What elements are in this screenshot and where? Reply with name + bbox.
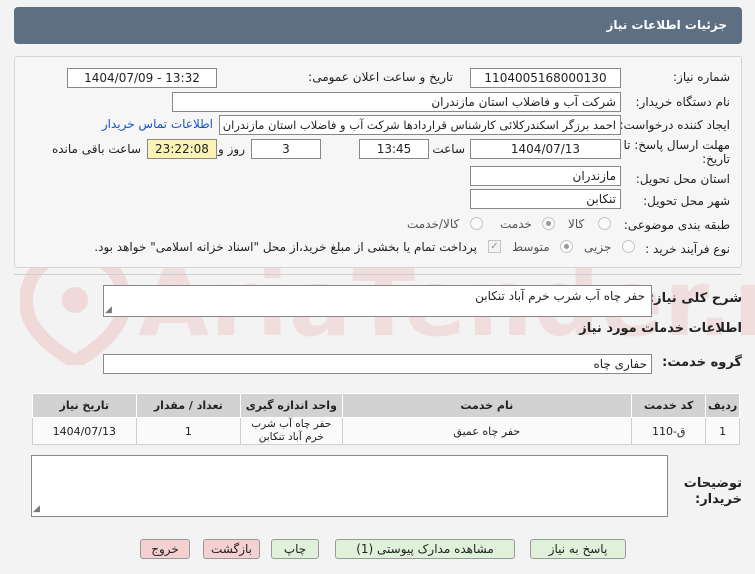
description-textarea: حفر چاه آب شرب خرم آباد تنکابن: [103, 285, 652, 317]
process-minor-label: جزیی: [584, 240, 612, 254]
col-header-unit: واحد اندازه گیری: [240, 393, 343, 418]
treasury-payment-note: پرداخت تمام یا بخشی از مبلغ خرید،از محل …: [94, 240, 477, 254]
cell-date: 1404/07/13: [32, 417, 137, 445]
requester-field: احمد برزگر اسکندرکلائی کارشناس قراردادها…: [219, 115, 621, 135]
city-label: شهر محل تحویل:: [643, 194, 730, 208]
deadline-time-label: ساعت: [432, 142, 465, 156]
table-header-row: ردیف کد خدمت نام خدمت واحد اندازه گیری ت…: [32, 393, 740, 418]
services-table-wrap: ردیف کد خدمت نام خدمت واحد اندازه گیری ت…: [32, 393, 740, 445]
back-button[interactable]: بازگشت: [203, 539, 260, 559]
deadline-date-field: 1404/07/13: [470, 139, 621, 159]
requester-label: ایجاد کننده درخواست:: [619, 118, 730, 132]
category-goods-radio[interactable]: [598, 217, 611, 230]
cell-row-num: 1: [705, 417, 740, 445]
cell-qty: 1: [135, 417, 242, 445]
service-group-field: حفاری چاه: [103, 354, 652, 374]
cell-name: حفر چاه عمیق: [341, 417, 633, 445]
description-label: شرح کلی نیاز:: [648, 291, 742, 306]
service-group-label: گروه خدمت:: [662, 355, 742, 370]
category-service-label: خدمت: [500, 217, 532, 231]
treasury-payment-checkbox[interactable]: ✓: [488, 240, 501, 253]
col-header-name: نام خدمت: [341, 393, 633, 418]
deadline-time-field: 13:45: [359, 139, 429, 159]
buyer-notes-textarea[interactable]: [31, 455, 668, 517]
col-header-row-num: ردیف: [705, 393, 740, 418]
remaining-label: ساعت باقی مانده: [51, 142, 141, 156]
buyer-org-label: نام دستگاه خریدار:: [635, 95, 731, 109]
col-header-date: تاریخ نیاز: [32, 393, 137, 418]
announce-label: تاریخ و ساعت اعلان عمومی:: [308, 70, 453, 84]
exit-button[interactable]: خروج: [140, 539, 190, 559]
need-number-field: 1104005168000130: [470, 68, 621, 88]
process-minor-radio[interactable]: [622, 240, 635, 253]
reply-button[interactable]: پاسخ به نیاز: [530, 539, 626, 559]
category-goods-label: کالا: [568, 217, 585, 231]
services-section-title: اطلاعات خدمات مورد نیاز: [579, 321, 742, 336]
province-field: مازندران: [470, 166, 621, 186]
days-label: روز و: [218, 142, 245, 156]
category-goods-service-radio[interactable]: [470, 217, 483, 230]
province-label: استان محل تحویل:: [635, 172, 730, 186]
deadline-label: مهلت ارسال پاسخ: تا تاریخ:: [623, 138, 730, 166]
process-medium-label: متوسط: [512, 240, 550, 254]
days-field: 3: [251, 139, 321, 159]
remaining-time-field: 23:22:08: [147, 139, 217, 159]
cell-unit: حفر چاه آب شرب خرم آباد تنکابن: [240, 417, 343, 445]
services-table: ردیف کد خدمت نام خدمت واحد اندازه گیری ت…: [32, 393, 740, 445]
city-field: تنکابن: [470, 189, 621, 209]
page-title: جزئیات اطلاعات نیاز: [606, 18, 727, 32]
category-label: طبقه بندی موضوعی:: [623, 218, 730, 232]
buyer-contact-link[interactable]: اطلاعات تماس خریدار: [102, 117, 213, 131]
print-button[interactable]: چاپ: [271, 539, 319, 559]
buyer-org-field: شرکت آب و فاضلاب استان مازندران: [172, 92, 621, 112]
table-row: 1 ق-110 حفر چاه عمیق حفر چاه آب شرب خرم …: [32, 417, 740, 445]
resize-grip-icon: ◢: [105, 305, 112, 315]
col-header-code: کد خدمت: [631, 393, 707, 418]
category-service-radio[interactable]: [542, 217, 555, 230]
process-medium-radio[interactable]: [560, 240, 573, 253]
cell-code: ق-110: [631, 417, 707, 445]
resize-grip-icon: ◢: [33, 504, 40, 514]
page-header: جزئیات اطلاعات نیاز: [14, 7, 742, 44]
buyer-notes-label: توضیحات خریدار:: [683, 476, 742, 507]
divider: [14, 274, 742, 275]
announce-field: 1404/07/09 - 13:32: [67, 68, 217, 88]
need-number-label: شماره نیاز:: [673, 70, 730, 84]
process-label: نوع فرآیند خرید :: [645, 242, 730, 256]
view-attachments-button[interactable]: مشاهده مدارک پیوستی (1): [335, 539, 515, 559]
col-header-qty: تعداد / مقدار: [135, 393, 242, 418]
category-goods-service-label: کالا/خدمت: [407, 217, 460, 231]
